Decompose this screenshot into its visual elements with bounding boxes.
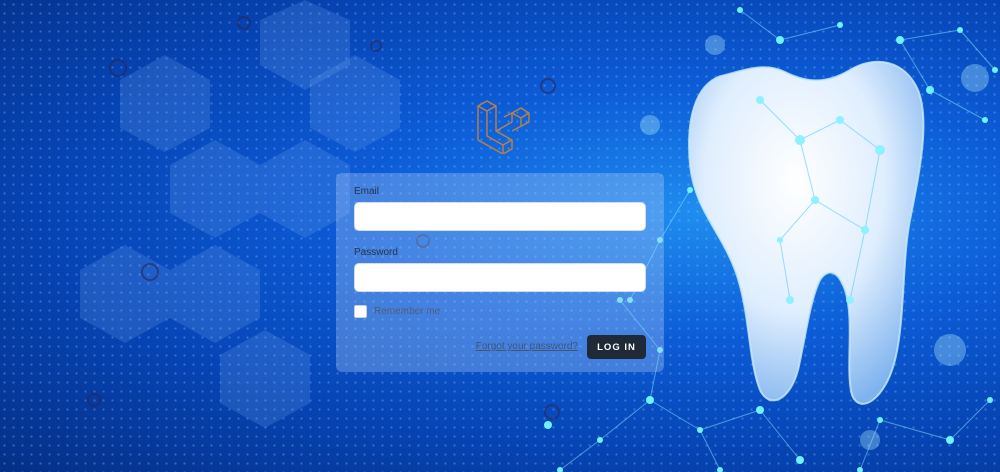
hexagon-shape (170, 245, 260, 343)
hexagon-shape (170, 140, 260, 238)
tooth-illustration (688, 60, 925, 405)
login-button[interactable]: LOG IN (587, 335, 646, 359)
laravel-logo-icon (477, 100, 530, 154)
forgot-password-link[interactable]: Forgot your password? (476, 341, 578, 352)
login-card: Email Password Remember me Forgot your p… (336, 173, 664, 372)
password-label: Password (354, 247, 398, 258)
remember-me-row: Remember me (354, 305, 440, 318)
hexagon-shape (120, 55, 210, 152)
hexagon-shape (220, 330, 310, 428)
hexagon-shape (80, 245, 170, 343)
email-label: Email (354, 186, 380, 197)
remember-me-checkbox[interactable] (354, 305, 367, 318)
email-field[interactable] (354, 202, 646, 231)
remember-me-label[interactable]: Remember me (374, 306, 440, 317)
password-field[interactable] (354, 263, 646, 292)
